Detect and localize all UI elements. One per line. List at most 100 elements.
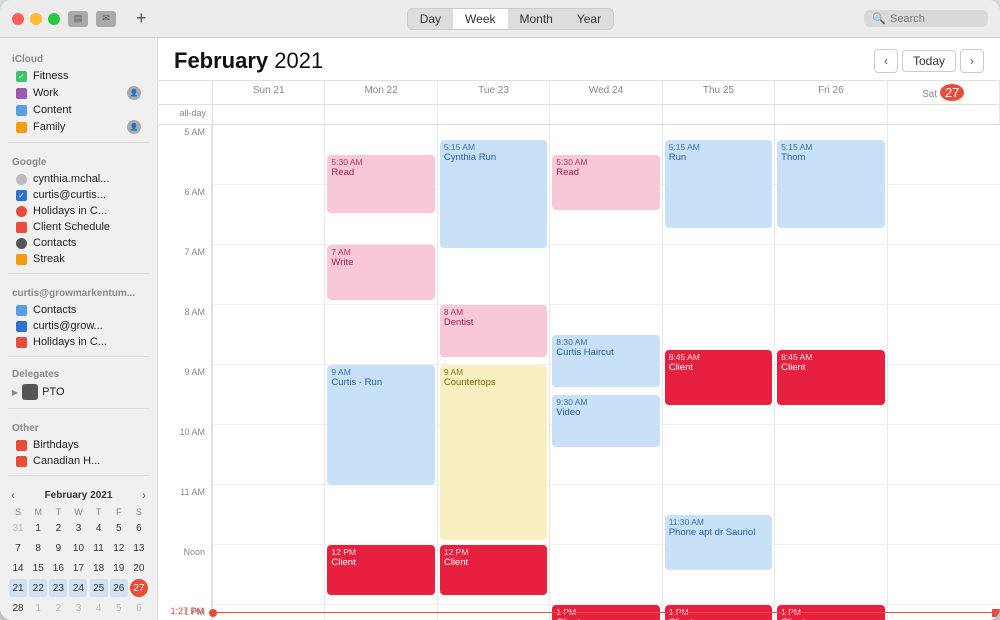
mini-day-3[interactable]: 3 bbox=[69, 519, 87, 537]
tab-day[interactable]: Day bbox=[408, 9, 453, 29]
mini-day-11[interactable]: 11 bbox=[90, 539, 108, 557]
mini-day-m1[interactable]: 1 bbox=[29, 599, 47, 617]
day-col-thu[interactable]: 5:15 AM Run 8:45 AM Client 11:30 AM bbox=[663, 125, 775, 620]
sidebar-item-holidays2[interactable]: Holidays in C... bbox=[4, 334, 153, 350]
mini-day-16[interactable]: 16 bbox=[49, 559, 67, 577]
mini-day-4[interactable]: 4 bbox=[90, 519, 108, 537]
sidebar-item-family[interactable]: Family 👤 bbox=[4, 118, 153, 136]
fitness-checkbox[interactable]: ✓ bbox=[16, 71, 27, 82]
sidebar-item-content[interactable]: Content bbox=[4, 102, 153, 118]
event-tue-dentist[interactable]: 8 AM Dentist bbox=[440, 305, 547, 357]
search-bar[interactable]: 🔍 bbox=[864, 10, 988, 27]
event-mon-client[interactable]: 12 PM Client bbox=[327, 545, 434, 595]
event-thu-phone[interactable]: 11:30 AM Phone apt dr Sauriol bbox=[665, 515, 772, 570]
day-col-tue[interactable]: 5:15 AM Cynthia Run 8 AM Dentist 9 AM bbox=[438, 125, 550, 620]
tab-month[interactable]: Month bbox=[508, 9, 565, 29]
event-mon-read[interactable]: 5:30 AM Read bbox=[327, 155, 434, 213]
day-col-wed[interactable]: 5:30 AM Read 8:30 AM Curtis Haircut 9:30… bbox=[550, 125, 662, 620]
mini-day-6[interactable]: 6 bbox=[130, 519, 148, 537]
time-7am: 7 AM bbox=[158, 245, 212, 305]
tab-year[interactable]: Year bbox=[565, 9, 613, 29]
mini-day-22[interactable]: 22 bbox=[29, 579, 47, 597]
mini-day-28[interactable]: 28 bbox=[9, 599, 27, 617]
event-thu-run[interactable]: 5:15 AM Run bbox=[665, 140, 772, 228]
minimize-button[interactable] bbox=[30, 13, 42, 25]
sidebar-item-cynthia[interactable]: cynthia.mchal... bbox=[4, 171, 153, 187]
event-tue-cynthia-run[interactable]: 5:15 AM Cynthia Run bbox=[440, 140, 547, 248]
mail-icon[interactable]: ✉ bbox=[96, 11, 116, 27]
sidebar-item-work[interactable]: Work 👤 bbox=[4, 84, 153, 102]
mini-day-25[interactable]: 25 bbox=[90, 579, 108, 597]
today-button[interactable]: Today bbox=[902, 50, 956, 72]
mini-day-m4[interactable]: 4 bbox=[90, 599, 108, 617]
mini-day-2[interactable]: 2 bbox=[49, 519, 67, 537]
cynthia-label: cynthia.mchal... bbox=[33, 173, 141, 185]
maximize-button[interactable] bbox=[48, 13, 60, 25]
streak-label: Streak bbox=[33, 253, 141, 265]
curtis-checkbox[interactable]: ✓ bbox=[16, 190, 27, 201]
sidebar-item-curtis2[interactable]: curtis@grow... bbox=[4, 318, 153, 334]
mini-day-17[interactable]: 17 bbox=[69, 559, 87, 577]
mini-day-m5[interactable]: 5 bbox=[110, 599, 128, 617]
day-col-fri[interactable]: 5:15 AM Thom 8:45 AM Client 1 PM bbox=[775, 125, 887, 620]
sidebar-item-holidays[interactable]: Holidays in C... bbox=[4, 203, 153, 219]
add-event-button[interactable]: + bbox=[136, 8, 147, 29]
mini-day-31[interactable]: 31 bbox=[9, 519, 27, 537]
mini-day-5[interactable]: 5 bbox=[110, 519, 128, 537]
mini-cal-header: ‹ February 2021 › bbox=[8, 488, 149, 502]
close-button[interactable] bbox=[12, 13, 24, 25]
mini-day-7[interactable]: 7 bbox=[9, 539, 27, 557]
mini-day-21[interactable]: 21 bbox=[9, 579, 27, 597]
mini-day-14[interactable]: 14 bbox=[9, 559, 27, 577]
event-mon-write[interactable]: 7 AM Write bbox=[327, 245, 434, 300]
sidebar-item-streak[interactable]: Streak bbox=[4, 251, 153, 267]
mini-day-19[interactable]: 19 bbox=[110, 559, 128, 577]
day-col-mon[interactable]: 5:30 AM Read 7 AM Write 9 AM C bbox=[325, 125, 437, 620]
week-scroll[interactable]: 5 AM 6 AM 7 AM 8 AM 9 AM 10 AM 11 AM Noo… bbox=[158, 125, 1000, 620]
mini-day-13[interactable]: 13 bbox=[130, 539, 148, 557]
mini-day-15[interactable]: 15 bbox=[29, 559, 47, 577]
event-wed-video[interactable]: 9:30 AM Video bbox=[552, 395, 659, 447]
event-thu-client-am[interactable]: 8:45 AM Client bbox=[665, 350, 772, 405]
sidebar-item-curtis[interactable]: ✓ curtis@curtis... bbox=[4, 187, 153, 203]
search-input[interactable] bbox=[890, 13, 980, 25]
mini-cal-next[interactable]: › bbox=[139, 488, 149, 502]
mini-day-m6[interactable]: 6 bbox=[130, 599, 148, 617]
mini-day-27[interactable]: 27 bbox=[130, 579, 148, 597]
event-fri-thom[interactable]: 5:15 AM Thom bbox=[777, 140, 884, 228]
mini-day-23[interactable]: 23 bbox=[49, 579, 67, 597]
mini-cal-prev[interactable]: ‹ bbox=[8, 488, 18, 502]
family-dot bbox=[16, 122, 27, 133]
sidebar-item-birthdays[interactable]: Birthdays bbox=[4, 437, 153, 453]
sidebar-item-client-schedule[interactable]: Client Schedule bbox=[4, 219, 153, 235]
mini-day-10[interactable]: 10 bbox=[69, 539, 87, 557]
mini-day-24[interactable]: 24 bbox=[69, 579, 87, 597]
mini-day-20[interactable]: 20 bbox=[130, 559, 148, 577]
sidebar-item-fitness[interactable]: ✓ Fitness bbox=[4, 68, 153, 84]
prev-week-button[interactable]: ‹ bbox=[874, 49, 898, 73]
sidebar-item-pto[interactable]: ▶ PTO bbox=[0, 382, 157, 402]
mini-day-9[interactable]: 9 bbox=[49, 539, 67, 557]
event-fri-client-am[interactable]: 8:45 AM Client bbox=[777, 350, 884, 405]
sidebar-item-contacts2[interactable]: Contacts bbox=[4, 302, 153, 318]
tab-week[interactable]: Week bbox=[453, 9, 507, 29]
day-col-sun[interactable] bbox=[213, 125, 325, 620]
event-wed-read[interactable]: 5:30 AM Read bbox=[552, 155, 659, 210]
mini-day-m3[interactable]: 3 bbox=[69, 599, 87, 617]
event-mon-run[interactable]: 9 AM Curtis - Run bbox=[327, 365, 434, 485]
next-week-button[interactable]: › bbox=[960, 49, 984, 73]
event-tue-client[interactable]: 12 PM Client bbox=[440, 545, 547, 595]
sidebar-toggle-icon[interactable]: ▤ bbox=[68, 11, 88, 27]
mini-day-m2[interactable]: 2 bbox=[49, 599, 67, 617]
mini-day-12[interactable]: 12 bbox=[110, 539, 128, 557]
event-tue-countertops[interactable]: 9 AM Countertops bbox=[440, 365, 547, 540]
mini-day-8[interactable]: 8 bbox=[29, 539, 47, 557]
sidebar-item-contacts[interactable]: Contacts bbox=[4, 235, 153, 251]
all-day-wed bbox=[550, 105, 662, 124]
mini-day-26[interactable]: 26 bbox=[110, 579, 128, 597]
sidebar-item-canadian-h[interactable]: Canadian H... bbox=[4, 453, 153, 469]
mini-day-18[interactable]: 18 bbox=[90, 559, 108, 577]
day-col-sat[interactable] bbox=[888, 125, 1000, 620]
event-wed-haircut[interactable]: 8:30 AM Curtis Haircut bbox=[552, 335, 659, 387]
mini-day-1[interactable]: 1 bbox=[29, 519, 47, 537]
